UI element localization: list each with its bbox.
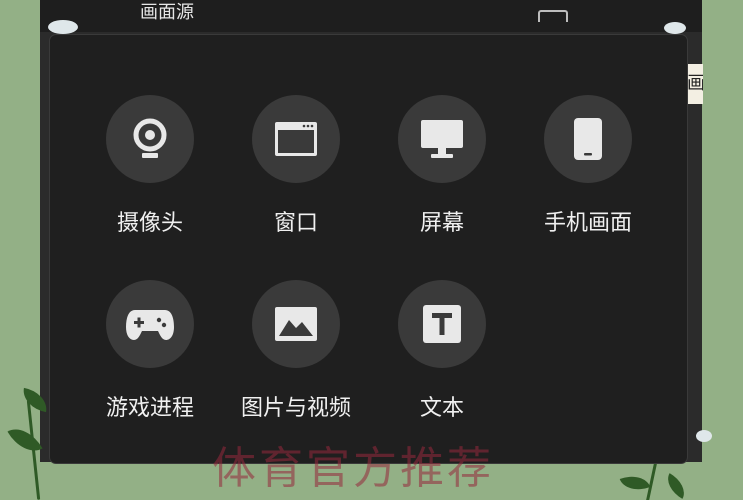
background-dot xyxy=(696,430,712,442)
background-dot xyxy=(664,22,686,34)
phone-icon xyxy=(574,118,602,160)
source-screen-button[interactable]: 屏幕 xyxy=(377,95,507,255)
source-label: 窗口 xyxy=(273,211,318,236)
background-dot xyxy=(48,20,78,34)
window-icon-circle xyxy=(252,95,340,183)
image-icon xyxy=(275,307,317,341)
monitor-icon xyxy=(421,120,463,158)
source-label: 文本 xyxy=(419,396,464,421)
plant-leaf xyxy=(661,473,691,499)
plant-leaf xyxy=(619,470,651,496)
webcam-icon-circle xyxy=(106,95,194,183)
gamepad-icon-circle xyxy=(106,280,194,368)
source-label: 屏幕 xyxy=(419,211,464,236)
source-label: 手机画面 xyxy=(543,211,632,236)
source-text-button[interactable]: 文本 xyxy=(377,280,507,440)
watermark-text: 体育官方推荐 xyxy=(212,443,494,494)
source-image-video-button[interactable]: 图片与视频 xyxy=(231,280,361,440)
add-source-panel: 摄像头 窗口 屏幕 手机画面 游戏进程 图片与视频 文本 xyxy=(50,35,687,463)
source-game-button[interactable]: 游戏进程 xyxy=(85,280,215,440)
source-window-button[interactable]: 窗口 xyxy=(231,95,361,255)
image-icon-circle xyxy=(252,280,340,368)
plant-leaf xyxy=(7,420,43,460)
text-icon-circle xyxy=(398,280,486,368)
text-icon xyxy=(423,305,461,343)
background-title: 画面源 xyxy=(140,2,194,20)
window-icon xyxy=(275,122,317,156)
background-window-control xyxy=(538,10,568,22)
phone-icon-circle xyxy=(544,95,632,183)
source-webcam-button[interactable]: 摄像头 xyxy=(85,95,215,255)
background-side-label: 画 xyxy=(687,64,703,104)
monitor-icon-circle xyxy=(398,95,486,183)
source-label: 摄像头 xyxy=(116,211,183,236)
source-label: 图片与视频 xyxy=(240,396,351,421)
source-phone-button[interactable]: 手机画面 xyxy=(523,95,653,255)
plant-stem xyxy=(645,462,658,500)
gamepad-icon xyxy=(126,310,174,340)
webcam-icon xyxy=(133,118,167,158)
source-label: 游戏进程 xyxy=(105,396,194,421)
